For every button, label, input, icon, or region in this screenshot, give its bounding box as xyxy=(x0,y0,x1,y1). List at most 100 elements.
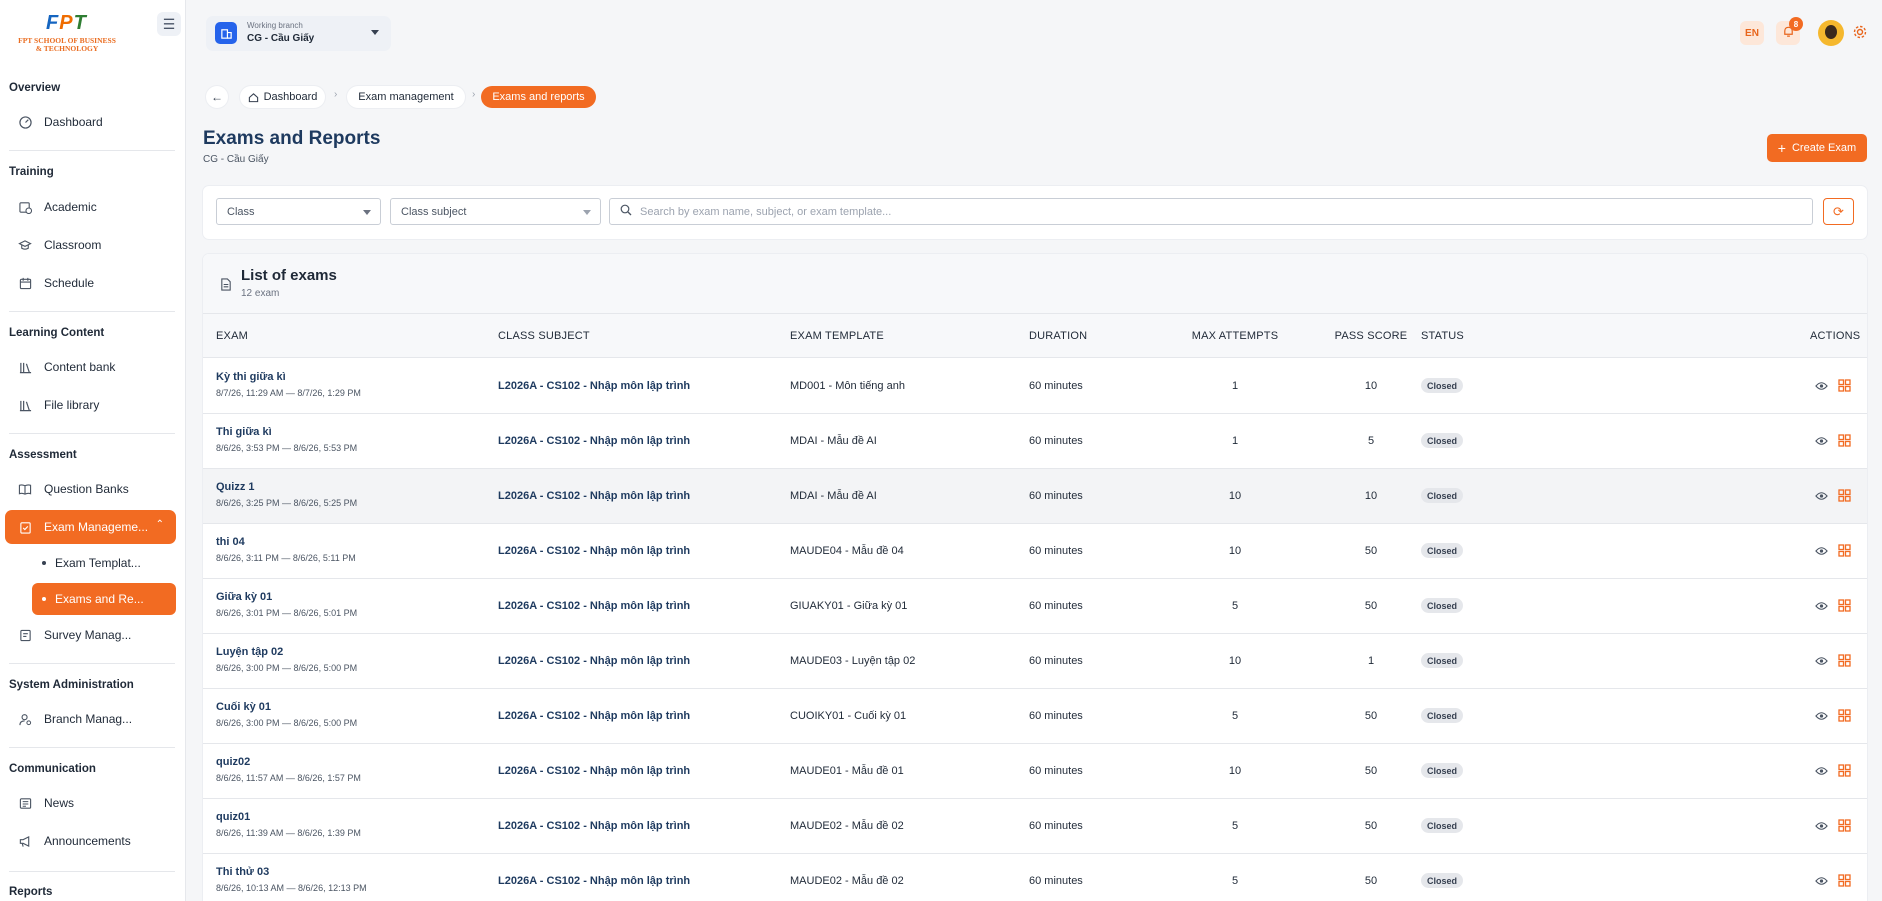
report-grid-icon[interactable] xyxy=(1838,709,1851,722)
sidebar-item-classroom[interactable]: Classroom xyxy=(5,228,176,262)
language-button[interactable]: EN xyxy=(1740,21,1764,45)
pass-score: 50 xyxy=(1364,820,1378,832)
eye-icon[interactable] xyxy=(1815,876,1828,886)
back-button[interactable]: ← xyxy=(206,86,228,108)
duration: 60 minutes xyxy=(1029,435,1083,447)
sidebar-item-news[interactable]: News xyxy=(5,786,176,820)
sidebar-item-schedule[interactable]: Schedule xyxy=(5,266,176,300)
table-row[interactable]: Kỳ thi giữa kì 8/7/26, 11:29 AM — 8/7/26,… xyxy=(203,359,1867,414)
table-row[interactable]: Thi thử 03 8/6/26, 10:13 AM — 8/6/26, 12:… xyxy=(203,854,1867,901)
sidebar-item-dashboard[interactable]: Dashboard xyxy=(5,105,176,139)
sidebar-item-question-banks[interactable]: Question Banks xyxy=(5,472,176,506)
class-subject: L2026A - CS102 - Nhập môn lập trình xyxy=(498,490,691,502)
status-badge: Closed xyxy=(1421,763,1464,778)
eye-icon[interactable] xyxy=(1815,711,1828,721)
fpt-logo[interactable]: FPT FPT SCHOOL OF BUSINESS & TECHNOLOGY xyxy=(8,12,128,58)
search-input[interactable]: Search by exam name, subject, or exam te… xyxy=(609,198,1813,225)
avatar[interactable] xyxy=(1818,20,1844,46)
exam-name[interactable]: Thi thử 03 xyxy=(216,866,269,878)
breadcrumb-dashboard[interactable]: Dashboard xyxy=(240,86,325,108)
exam-name[interactable]: quiz01 xyxy=(216,811,250,823)
duration: 60 minutes xyxy=(1029,875,1083,887)
column-header-pass-score[interactable]: PASS SCORE xyxy=(1318,330,1424,342)
exam-name[interactable]: quiz02 xyxy=(216,756,250,768)
sidebar-subitem-exam-templates[interactable]: Exam Templat... xyxy=(32,547,176,579)
refresh-button[interactable]: ⟳ xyxy=(1823,198,1854,225)
sidebar-subitem-exams-reports[interactable]: Exams and Re... xyxy=(32,583,176,615)
eye-icon[interactable] xyxy=(1815,821,1828,831)
sidebar-item-label: Branch Manag... xyxy=(44,712,133,726)
breadcrumb-current[interactable]: Exams and reports xyxy=(481,86,596,108)
column-header-max-attempts[interactable]: MAX ATTEMPTS xyxy=(1172,330,1298,342)
exam-name[interactable]: Kỳ thi giữa kì xyxy=(216,371,286,383)
sidebar-item-survey[interactable]: Survey Manag... xyxy=(5,618,176,652)
sidebar-item-content-bank[interactable]: Content bank xyxy=(5,350,176,384)
create-exam-button[interactable]: + Create Exam xyxy=(1767,134,1867,162)
eye-icon[interactable] xyxy=(1815,766,1828,776)
report-grid-icon[interactable] xyxy=(1838,544,1851,557)
column-header-exam-template[interactable]: EXAM TEMPLATE xyxy=(790,330,884,342)
column-header-class-subject[interactable]: CLASS SUBJECT xyxy=(498,330,590,342)
report-grid-icon[interactable] xyxy=(1838,434,1851,447)
exam-name[interactable]: Luyện tập 02 xyxy=(216,646,283,658)
exam-name[interactable]: thi 04 xyxy=(216,536,245,548)
report-grid-icon[interactable] xyxy=(1838,764,1851,777)
bullet-icon xyxy=(42,561,46,565)
table-row[interactable]: Thi giữa kì 8/6/26, 3:53 PM — 8/6/26, 5:5… xyxy=(203,414,1867,469)
class-select-value: Class xyxy=(227,205,255,218)
table-row[interactable]: Cuối kỳ 01 8/6/26, 3:00 PM — 8/6/26, 5:00… xyxy=(203,689,1867,744)
exam-dates: 8/6/26, 3:25 PM — 8/6/26, 5:25 PM xyxy=(216,498,358,508)
section-system-admin: System Administration xyxy=(9,679,134,691)
sidebar-item-announcements[interactable]: Announcements xyxy=(5,824,176,858)
eye-icon[interactable] xyxy=(1815,381,1828,391)
table-row[interactable]: quiz02 8/6/26, 11:57 AM — 8/6/26, 1:57 PM… xyxy=(203,744,1867,799)
exam-name[interactable]: Thi giữa kì xyxy=(216,426,272,438)
plus-icon: + xyxy=(1777,140,1786,156)
table-row[interactable]: quiz01 8/6/26, 11:39 AM — 8/6/26, 1:39 PM… xyxy=(203,799,1867,854)
hamburger-menu-button[interactable]: ☰ xyxy=(157,12,181,36)
class-subject: L2026A - CS102 - Nhập môn lập trình xyxy=(498,710,691,722)
sidebar-item-academic[interactable]: Academic xyxy=(5,190,176,224)
eye-icon[interactable] xyxy=(1815,546,1828,556)
table-row[interactable]: thi 04 8/6/26, 3:11 PM — 8/6/26, 5:11 PM L… xyxy=(203,524,1867,579)
report-grid-icon[interactable] xyxy=(1838,874,1851,887)
column-header-exam[interactable]: EXAM xyxy=(216,330,248,342)
report-grid-icon[interactable] xyxy=(1838,654,1851,667)
exam-dates: 8/6/26, 3:11 PM — 8/6/26, 5:11 PM xyxy=(216,553,356,563)
sidebar-item-exam-management[interactable]: Exam Manageme... ⌃ xyxy=(5,510,176,544)
max-attempts: 1 xyxy=(1231,380,1239,392)
max-attempts: 10 xyxy=(1228,490,1242,502)
sidebar-item-label: Announcements xyxy=(44,834,131,848)
pass-score: 50 xyxy=(1364,545,1378,557)
exam-template: MD001 - Môn tiếng anh xyxy=(790,380,905,392)
breadcrumb-exam-management[interactable]: Exam management xyxy=(347,86,465,108)
table-row[interactable]: Luyện tập 02 8/6/26, 3:00 PM — 8/6/26, 5:… xyxy=(203,634,1867,689)
eye-icon[interactable] xyxy=(1815,436,1828,446)
report-grid-icon[interactable] xyxy=(1838,379,1851,392)
table-row[interactable]: Quizz 1 8/6/26, 3:25 PM — 8/6/26, 5:25 PM… xyxy=(203,469,1867,524)
eye-icon[interactable] xyxy=(1815,601,1828,611)
sidebar-item-file-library[interactable]: File library xyxy=(5,388,176,422)
eye-icon[interactable] xyxy=(1815,656,1828,666)
exam-name[interactable]: Cuối kỳ 01 xyxy=(216,701,271,713)
exam-name[interactable]: Quizz 1 xyxy=(216,481,255,493)
report-grid-icon[interactable] xyxy=(1838,599,1851,612)
branch-selector[interactable]: Working branch CG - Cầu Giấy xyxy=(206,16,391,51)
library-icon xyxy=(18,360,32,374)
settings-button[interactable] xyxy=(1850,21,1870,45)
sidebar-item-branch[interactable]: Branch Manag... xyxy=(5,702,176,736)
column-header-actions: ACTIONS xyxy=(1810,330,1861,342)
chevron-right-icon: › xyxy=(472,89,476,100)
exam-name[interactable]: Giữa kỳ 01 xyxy=(216,591,272,603)
column-header-duration[interactable]: DURATION xyxy=(1029,330,1087,342)
class-select[interactable]: Class xyxy=(216,198,381,225)
column-header-status[interactable]: STATUS xyxy=(1421,330,1464,342)
report-grid-icon[interactable] xyxy=(1838,489,1851,502)
class-subject-select[interactable]: Class subject xyxy=(390,198,601,225)
sidebar-item-label: Content bank xyxy=(44,360,116,374)
table-row[interactable]: Giữa kỳ 01 8/6/26, 3:01 PM — 8/6/26, 5:01… xyxy=(203,579,1867,634)
sidebar-item-label: Classroom xyxy=(44,238,102,252)
eye-icon[interactable] xyxy=(1815,491,1828,501)
exam-dates: 8/6/26, 3:00 PM — 8/6/26, 5:00 PM xyxy=(216,718,358,728)
report-grid-icon[interactable] xyxy=(1838,819,1851,832)
